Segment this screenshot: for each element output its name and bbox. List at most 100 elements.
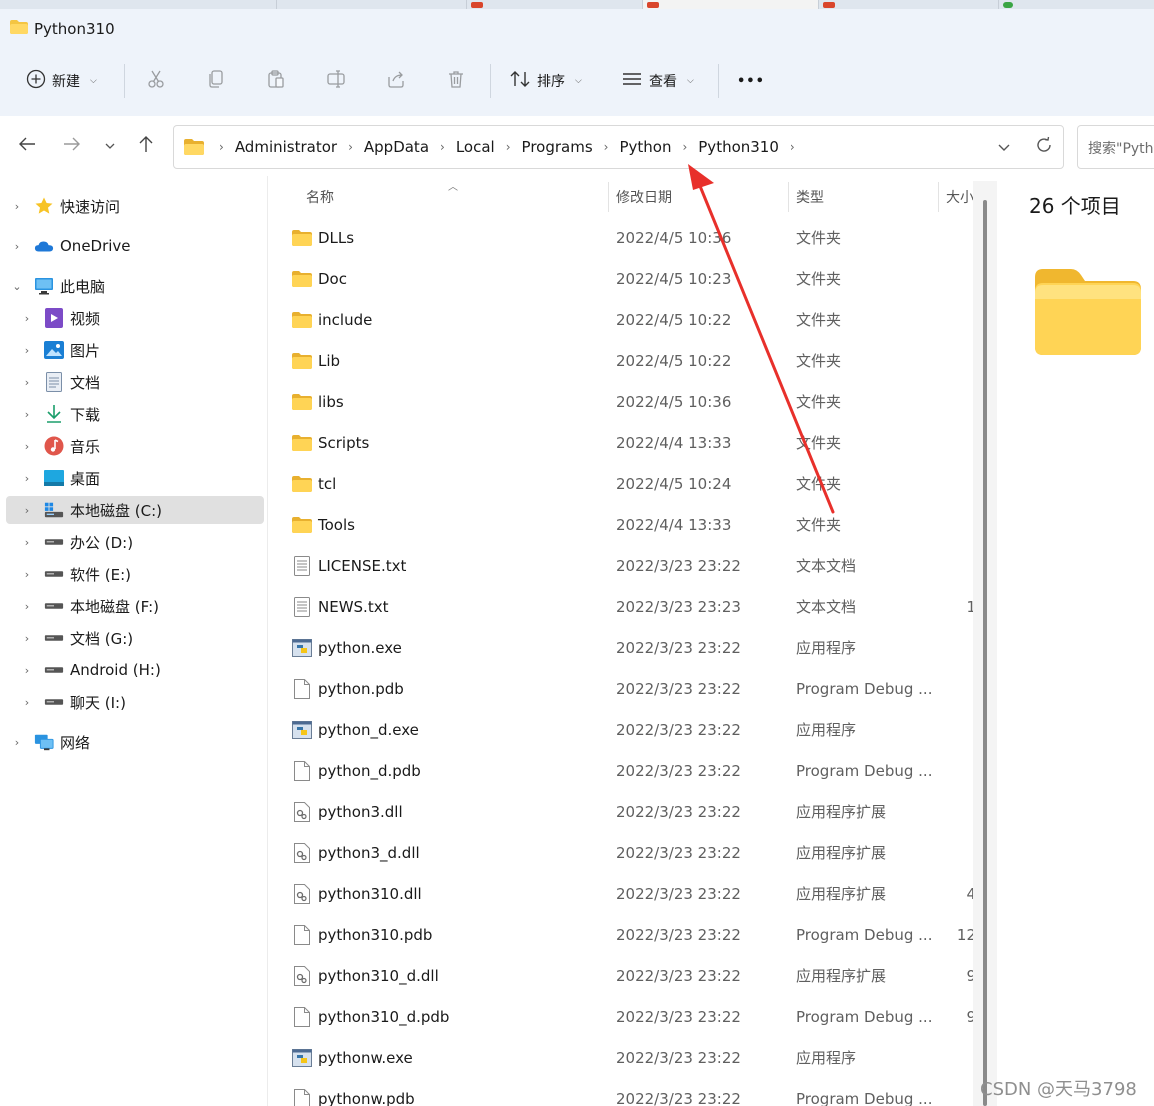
nav-item-drive-g[interactable]: › 文档 (G:) [20, 624, 260, 652]
nav-item-drive-i[interactable]: › 聊天 (I:) [20, 688, 260, 716]
chevron-right-icon[interactable]: › [20, 536, 34, 549]
chevron-right-icon[interactable]: › [20, 696, 34, 709]
address-bar[interactable]: › Administrator › AppData › Local › Prog… [173, 125, 1064, 169]
file-row[interactable]: python310_d.dll 2022/3/23 23:22 应用程序扩展 9 [268, 955, 990, 996]
file-name-cell[interactable]: include [292, 299, 372, 340]
file-row[interactable]: python.pdb 2022/3/23 23:22 Program Debug .… [268, 668, 990, 709]
nav-item-downloads[interactable]: › 下载 [20, 400, 260, 428]
background-tab[interactable] [276, 0, 466, 9]
nav-item-drive-e[interactable]: › 软件 (E:) [20, 560, 260, 588]
sort-button[interactable]: 排序 ⌵ [509, 58, 582, 104]
file-row[interactable]: python3.dll 2022/3/23 23:22 应用程序扩展 [268, 791, 990, 832]
chevron-right-icon[interactable]: › [10, 736, 24, 749]
column-header-size[interactable]: 大小 [946, 187, 974, 207]
chevron-right-icon[interactable]: › [20, 408, 34, 421]
file-name-cell[interactable]: python310_d.pdb [292, 996, 449, 1037]
file-row[interactable]: DLLs 2022/4/5 10:36 文件夹 [268, 217, 990, 258]
nav-item-videos[interactable]: › 视频 [20, 304, 260, 332]
scrollbar-thumb[interactable] [983, 200, 987, 1106]
file-name-cell[interactable]: DLLs [292, 217, 354, 258]
nav-item-drive-c[interactable]: › 本地磁盘 (C:) [6, 496, 264, 524]
column-header-name[interactable]: 名称 [306, 187, 334, 207]
column-divider[interactable] [938, 182, 939, 212]
nav-item-music[interactable]: › 音乐 [20, 432, 260, 460]
rename-button[interactable] [326, 58, 346, 104]
delete-button[interactable] [446, 58, 466, 104]
file-row[interactable]: Scripts 2022/4/4 13:33 文件夹 [268, 422, 990, 463]
chevron-right-icon[interactable]: › [20, 440, 34, 453]
file-name-cell[interactable]: libs [292, 381, 344, 422]
file-row[interactable]: Lib 2022/4/5 10:22 文件夹 [268, 340, 990, 381]
nav-item-drive-f[interactable]: › 本地磁盘 (F:) [20, 592, 260, 620]
nav-item-pictures[interactable]: › 图片 [20, 336, 260, 364]
chevron-right-icon[interactable]: › [497, 140, 520, 154]
breadcrumb-item[interactable]: Administrator [233, 138, 339, 156]
recent-locations-button[interactable] [95, 130, 125, 162]
nav-item-quick-access[interactable]: › 快速访问 [10, 192, 260, 220]
breadcrumb-item[interactable]: AppData [362, 138, 431, 156]
file-name-cell[interactable]: python310.pdb [292, 914, 432, 955]
new-button[interactable]: 新建 ⌵ [26, 58, 97, 104]
file-row[interactable]: python_d.pdb 2022/3/23 23:22 Program Debug… [268, 750, 990, 791]
nav-item-drive-d[interactable]: › 办公 (D:) [20, 528, 260, 556]
file-name-cell[interactable]: Tools [292, 504, 355, 545]
background-tab[interactable] [818, 0, 998, 9]
file-name-cell[interactable]: python.pdb [292, 668, 404, 709]
file-row[interactable]: python.exe 2022/3/23 23:22 应用程序 [268, 627, 990, 668]
nav-item-network[interactable]: › 网络 [10, 728, 260, 756]
chevron-right-icon[interactable]: › [673, 140, 696, 154]
chevron-right-icon[interactable]: › [20, 344, 34, 357]
file-row[interactable]: tcl 2022/4/5 10:24 文件夹 [268, 463, 990, 504]
breadcrumb-item-current[interactable]: Python310 [696, 138, 781, 156]
file-row[interactable]: Doc 2022/4/5 10:23 文件夹 [268, 258, 990, 299]
column-divider[interactable] [788, 182, 789, 212]
chevron-right-icon[interactable]: › [781, 140, 804, 154]
file-name-cell[interactable]: Scripts [292, 422, 369, 463]
nav-item-onedrive[interactable]: › OneDrive [10, 232, 260, 260]
file-row[interactable]: pythonw.pdb 2022/3/23 23:22 Program Debug … [268, 1078, 990, 1106]
file-name-cell[interactable]: pythonw.exe [292, 1037, 413, 1078]
breadcrumb-item[interactable]: Programs [520, 138, 595, 156]
chevron-right-icon[interactable]: › [10, 240, 24, 253]
chevron-right-icon[interactable]: › [20, 312, 34, 325]
chevron-right-icon[interactable]: › [339, 140, 362, 154]
column-header-date[interactable]: 修改日期 [616, 187, 672, 207]
file-row[interactable]: include 2022/4/5 10:22 文件夹 [268, 299, 990, 340]
file-name-cell[interactable]: python310_d.dll [292, 955, 439, 996]
file-row[interactable]: Tools 2022/4/4 13:33 文件夹 [268, 504, 990, 545]
nav-item-this-pc[interactable]: ⌄ 此电脑 [10, 272, 260, 300]
file-name-cell[interactable]: Doc [292, 258, 347, 299]
more-options-button[interactable]: ••• [737, 58, 765, 104]
paste-button[interactable] [266, 58, 286, 104]
background-tab[interactable] [466, 0, 642, 9]
address-history-button[interactable] [997, 126, 1011, 168]
file-name-cell[interactable]: Lib [292, 340, 340, 381]
column-divider[interactable] [608, 182, 609, 212]
back-button[interactable] [12, 130, 42, 162]
file-row[interactable]: pythonw.exe 2022/3/23 23:22 应用程序 [268, 1037, 990, 1078]
breadcrumb-item[interactable]: Python [617, 138, 673, 156]
search-input[interactable]: 搜索"Python310" [1077, 125, 1154, 169]
up-button[interactable] [131, 130, 161, 162]
chevron-right-icon[interactable]: › [20, 568, 34, 581]
view-button[interactable]: 查看 ⌵ [621, 58, 694, 104]
chevron-right-icon[interactable]: › [10, 200, 24, 213]
copy-button[interactable] [206, 58, 226, 104]
chevron-right-icon[interactable]: › [595, 140, 618, 154]
column-header-type[interactable]: 类型 [796, 187, 824, 207]
cut-button[interactable] [146, 58, 166, 104]
file-name-cell[interactable]: LICENSE.txt [292, 545, 406, 586]
refresh-button[interactable] [1035, 126, 1053, 168]
background-tab[interactable] [998, 0, 1154, 9]
file-name-cell[interactable]: python310.dll [292, 873, 422, 914]
file-name-cell[interactable]: python_d.exe [292, 709, 419, 750]
file-row[interactable]: python310.pdb 2022/3/23 23:22 Program Debu… [268, 914, 990, 955]
file-row[interactable]: python3_d.dll 2022/3/23 23:22 应用程序扩展 [268, 832, 990, 873]
file-row[interactable]: python310.dll 2022/3/23 23:22 应用程序扩展 4 [268, 873, 990, 914]
file-row[interactable]: LICENSE.txt 2022/3/23 23:22 文本文档 [268, 545, 990, 586]
share-button[interactable] [386, 58, 406, 104]
chevron-right-icon[interactable]: › [431, 140, 454, 154]
nav-item-desktop[interactable]: › 桌面 [20, 464, 260, 492]
file-name-cell[interactable]: tcl [292, 463, 336, 504]
chevron-right-icon[interactable]: › [20, 472, 34, 485]
